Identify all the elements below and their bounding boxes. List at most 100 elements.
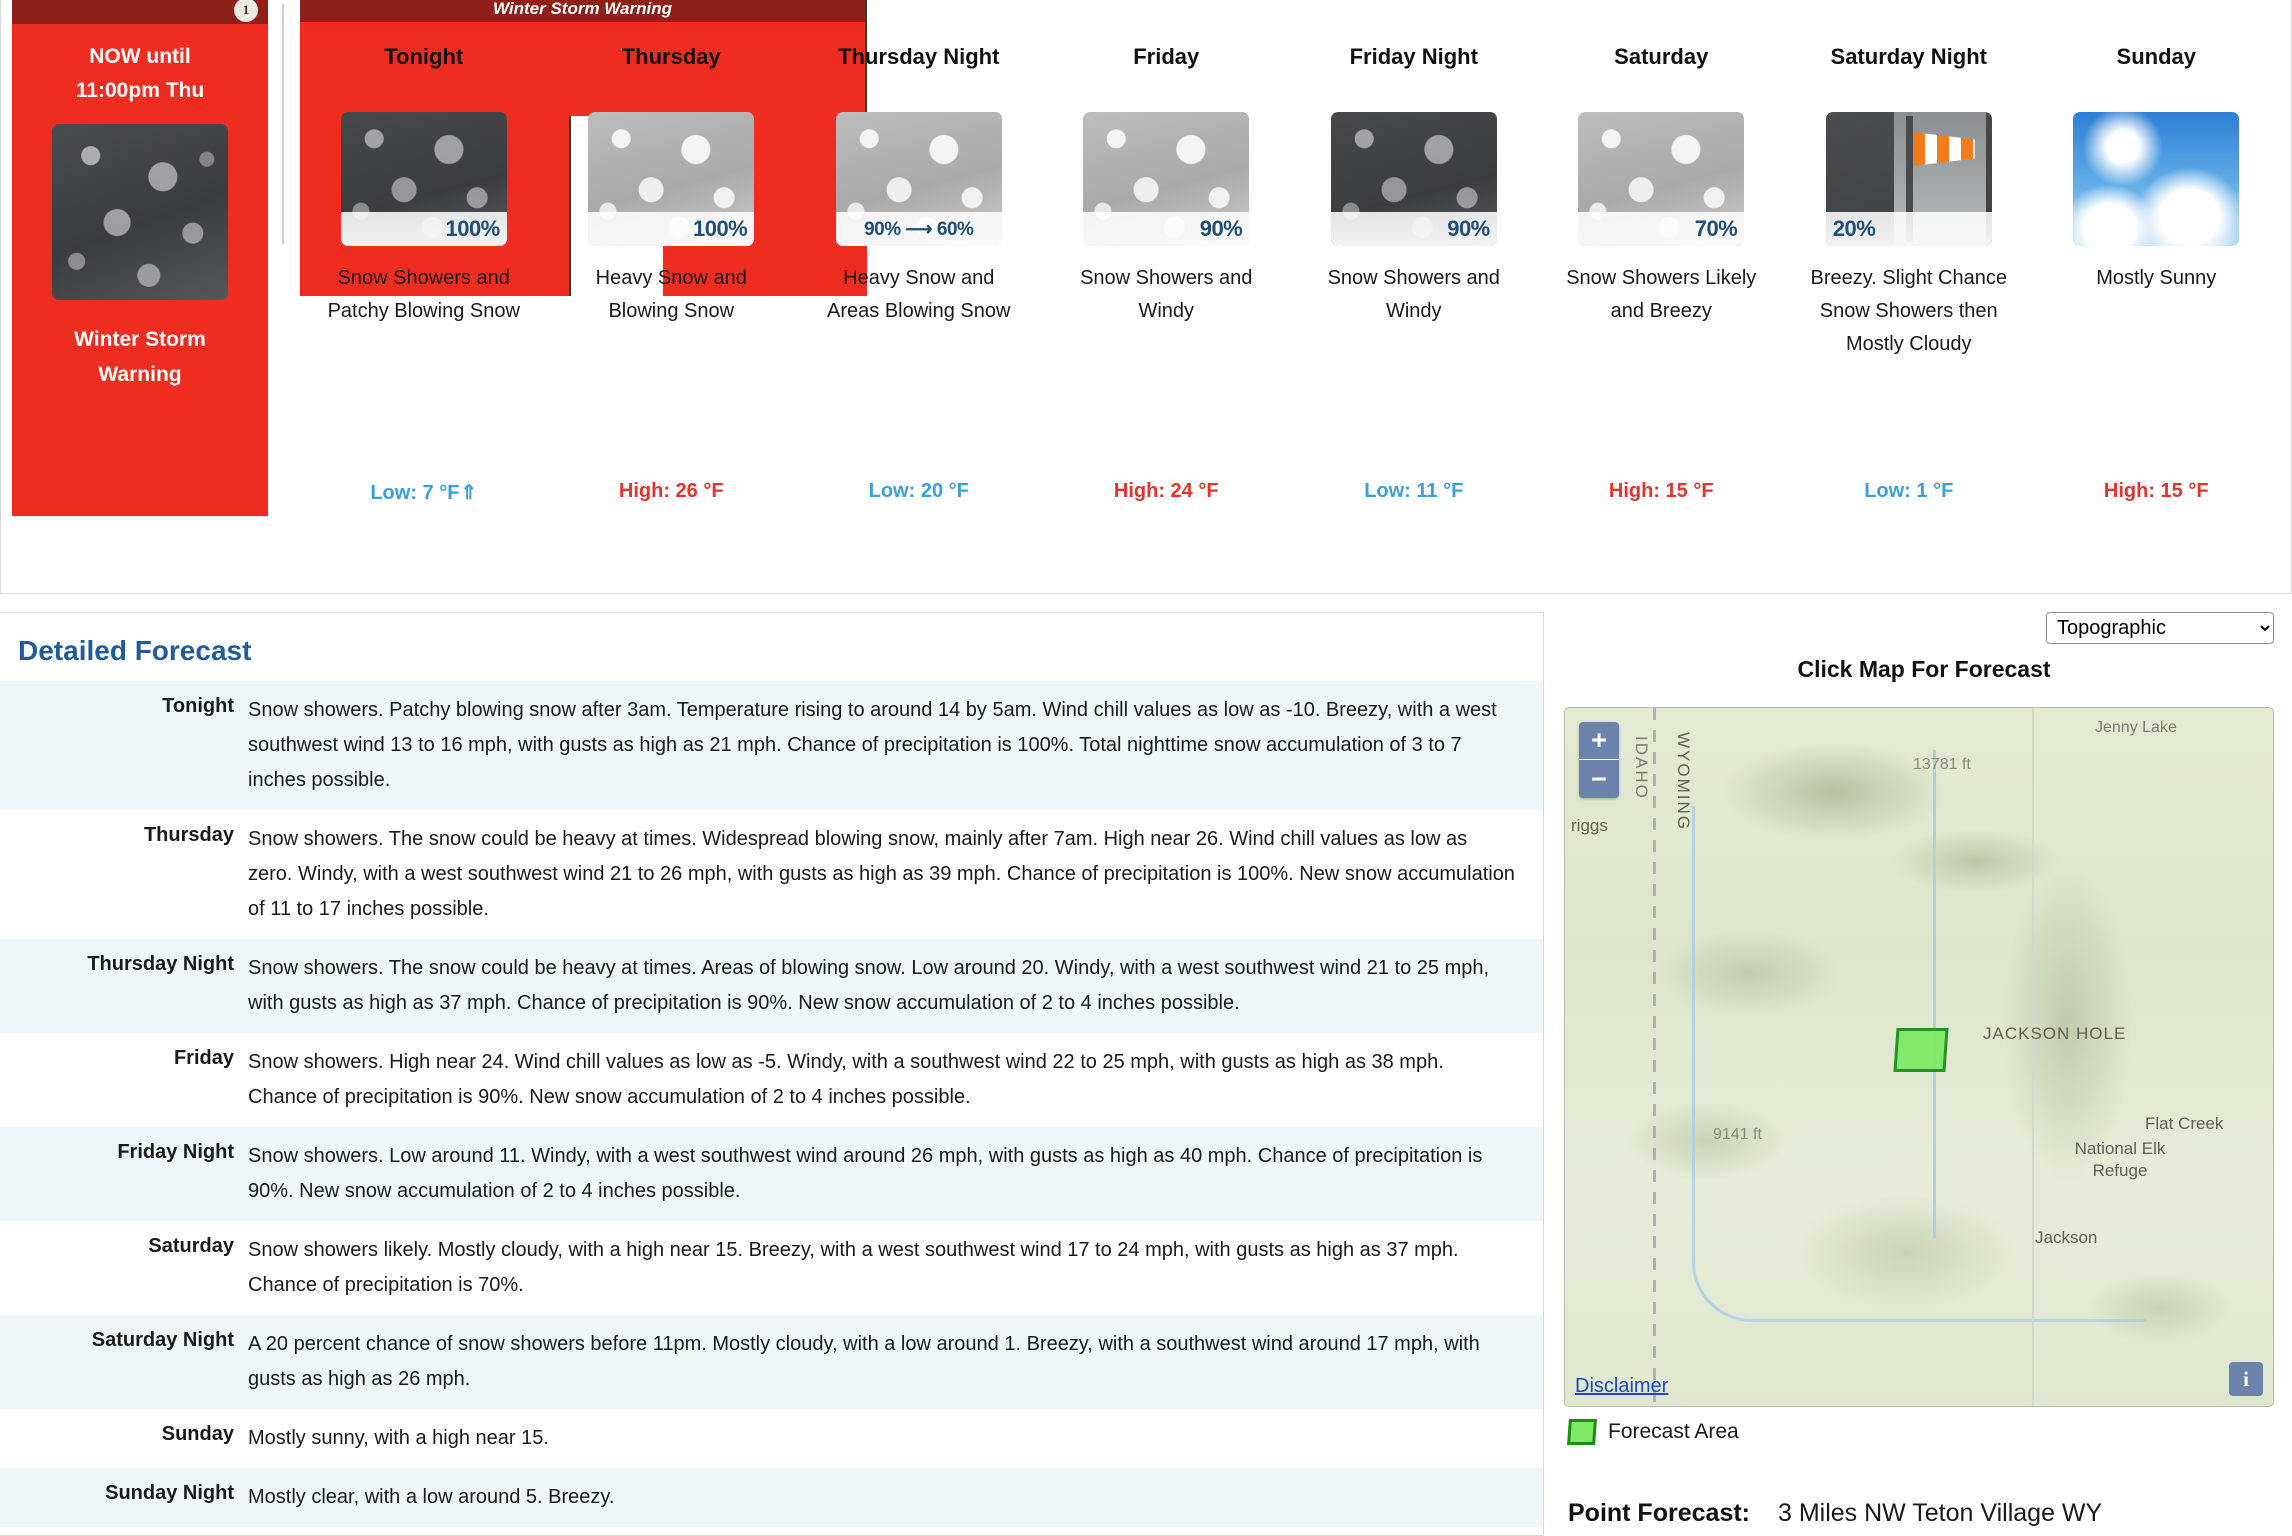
map-label-driggs: riggs: [1571, 816, 1608, 835]
forecast-strip-panel: 1 NOW until 11:00pm Thu Winter Storm War…: [0, 0, 2292, 594]
alert-card[interactable]: 1 NOW until 11:00pm Thu Winter Storm War…: [12, 0, 268, 516]
alert-timeframe-line1: NOW until: [89, 45, 191, 68]
point-forecast-label: Point Forecast:: [1568, 1499, 1750, 1527]
detail-row: Sunday Night Mostly clear, with a low ar…: [0, 1468, 1543, 1527]
point-forecast-value: 3 Miles NW Teton Village WY: [1778, 1499, 2103, 1527]
alert-timeframe-line2: 11:00pm Thu: [75, 79, 205, 102]
forecast-area-marker[interactable]: [1893, 1028, 1949, 1072]
period-description: Heavy Snow and Blowing Snow: [595, 267, 747, 322]
period-description: Snow Showers and Windy: [1080, 267, 1253, 322]
detailed-forecast-panel: Detailed Forecast Tonight Snow showers. …: [0, 612, 1544, 1536]
period-description: Snow Showers Likely and Breezy: [1566, 267, 1757, 322]
sunny-icon: [2073, 112, 2240, 246]
period-name: Thursday Night: [838, 44, 1000, 69]
detail-row-label: Thursday: [143, 824, 234, 846]
period-temperature: High: 15 °F: [2103, 480, 2209, 502]
map-type-select[interactable]: Topographic: [2046, 612, 2274, 644]
period-description: Snow Showers and Windy: [1327, 267, 1500, 322]
period-temperature: Low: 20 °F: [868, 480, 969, 502]
temp-trend-icon: ⇑: [460, 482, 478, 504]
period-name: Friday Night: [1349, 44, 1478, 69]
state-boundary-line: [1653, 708, 1656, 1406]
detail-row-label: Thursday Night: [87, 953, 234, 975]
detail-row-label: Sunday: [161, 1423, 234, 1445]
map-label-elevation-13781: 13781 ft: [1913, 756, 1971, 773]
forecast-periods: Tonight 100% Snow Showers and Patchy Blo…: [300, 0, 2280, 594]
pop-value: 90% ⟶ 60%: [835, 212, 1002, 246]
period-description: Mostly Sunny: [2096, 267, 2217, 289]
detail-row-text: Snow showers. The snow could be heavy at…: [248, 828, 1515, 920]
detail-row: Friday Night Snow showers. Low around 11…: [0, 1127, 1543, 1221]
zoom-out-button[interactable]: −: [1579, 760, 1619, 798]
forecast-period-saturday[interactable]: Saturday 70% Snow Showers Likely and Bre…: [1538, 0, 1786, 594]
map-label-jackson: Jackson: [2035, 1228, 2098, 1247]
pop-value: 100%: [340, 212, 507, 246]
period-temperature: High: 26 °F: [618, 480, 724, 502]
vertical-divider: [282, 4, 284, 244]
snow-light-icon: 70%: [1578, 112, 1745, 246]
zoom-in-button[interactable]: +: [1579, 722, 1619, 760]
forecast-period-thursday[interactable]: Thursday 100% Heavy Snow and Blowing Sno…: [548, 0, 796, 594]
detail-row: Saturday Night A 20 percent chance of sn…: [0, 1315, 1543, 1409]
map-label-flat-creek: Flat Creek: [2145, 1114, 2224, 1133]
detail-row-text: Mostly sunny, with a high near 15.: [248, 1427, 549, 1449]
snow-dark-icon: 90%: [1330, 112, 1497, 246]
point-forecast-row: Point Forecast: 3 Miles NW Teton Village…: [1568, 1499, 2292, 1528]
map-label-idaho: IDAHO: [1632, 736, 1651, 800]
alert-name-line2: Warning: [98, 363, 182, 386]
forecast-period-friday[interactable]: Friday 90% Snow Showers and Windy High: …: [1043, 0, 1291, 594]
legend-label: Forecast Area: [1608, 1420, 1739, 1443]
info-icon[interactable]: i: [2229, 1362, 2263, 1396]
map-instruction: Click Map For Forecast: [1797, 656, 2051, 682]
detail-row-text: Snow showers. High near 24. Wind chill v…: [248, 1051, 1444, 1108]
forecast-period-friday-night[interactable]: Friday Night 90% Snow Showers and Windy …: [1290, 0, 1538, 594]
highway-line: [2032, 708, 2035, 1406]
detail-row: Tonight Snow showers. Patchy blowing sno…: [0, 681, 1543, 810]
forecast-period-saturday-night[interactable]: Saturday Night 20% Breezy. Slight Chance…: [1785, 0, 2033, 594]
period-name: Sunday: [2116, 44, 2196, 69]
period-description: Breezy. Slight Chance Snow Showers then …: [1810, 267, 2007, 355]
alert-name-line1: Winter Storm: [74, 328, 206, 351]
map-label-national-elk-refuge: National Elk Refuge: [2074, 1139, 2166, 1180]
period-temperature: High: 24 °F: [1113, 480, 1219, 502]
forecast-map[interactable]: + − IDAHO WYOMING riggs Jenny Lake 13781…: [1564, 707, 2274, 1407]
detail-row: Thursday Snow showers. The snow could be…: [0, 810, 1543, 939]
detail-row-label: Sunday Night: [105, 1482, 234, 1504]
detail-row-text: Snow showers likely. Mostly cloudy, with…: [248, 1239, 1459, 1296]
snow-light-icon: 90% ⟶ 60%: [835, 112, 1002, 246]
forecast-area-swatch: [1567, 1419, 1597, 1445]
forecast-period-thursday-night[interactable]: Thursday Night 90% ⟶ 60% Heavy Snow and …: [795, 0, 1043, 594]
detail-row-label: Saturday Night: [91, 1329, 234, 1351]
detail-row: Thursday Night Snow showers. The snow co…: [0, 939, 1543, 1033]
snow-dark-icon: 100%: [340, 112, 507, 246]
detail-row: Sunday Mostly sunny, with a high near 15…: [0, 1409, 1543, 1468]
period-temperature: Low: 7 °F⇑: [370, 482, 478, 504]
map-label-jackson-hole: JACKSON HOLE: [1983, 1024, 2127, 1043]
period-name: Friday: [1133, 44, 1200, 69]
map-type-row: Topographic: [1556, 612, 2292, 644]
pop-value: 90%: [1083, 212, 1250, 246]
forecast-period-sunday[interactable]: Sunday Mostly Sunny High: 15 °F: [2033, 0, 2281, 594]
disclaimer-link[interactable]: Disclaimer: [1575, 1375, 1668, 1398]
page-root: 1 NOW until 11:00pm Thu Winter Storm War…: [0, 0, 2292, 1536]
alert-timeframe: NOW until 11:00pm Thu: [76, 40, 204, 108]
map-zoom-controls[interactable]: + −: [1579, 722, 1619, 798]
period-name: Thursday: [621, 44, 721, 69]
period-temperature: Low: 11 °F: [1364, 480, 1464, 502]
detail-row-text: Snow showers. The snow could be heavy at…: [248, 957, 1490, 1014]
period-temperature: Low: 1 °F: [1864, 480, 1954, 502]
period-name: Saturday Night: [1830, 44, 1987, 69]
detail-row-text: A 20 percent chance of snow showers befo…: [248, 1333, 1480, 1390]
detail-row-label: Saturday: [148, 1235, 234, 1257]
pop-value: 20%: [1825, 212, 1992, 246]
period-description: Heavy Snow and Areas Blowing Snow: [827, 267, 1011, 322]
detail-row: Friday Snow showers. High near 24. Wind …: [0, 1033, 1543, 1127]
pop-value: 100%: [588, 212, 755, 246]
detail-row-label: Friday Night: [117, 1141, 234, 1163]
period-description: Snow Showers and Patchy Blowing Snow: [327, 267, 520, 322]
forecast-period-tonight[interactable]: Tonight 100% Snow Showers and Patchy Blo…: [300, 0, 548, 594]
period-name: Tonight: [384, 44, 464, 69]
period-name: Saturday: [1614, 44, 1709, 69]
page-title: Detailed Forecast: [18, 635, 252, 666]
detail-row-text: Snow showers. Patchy blowing snow after …: [248, 699, 1497, 791]
